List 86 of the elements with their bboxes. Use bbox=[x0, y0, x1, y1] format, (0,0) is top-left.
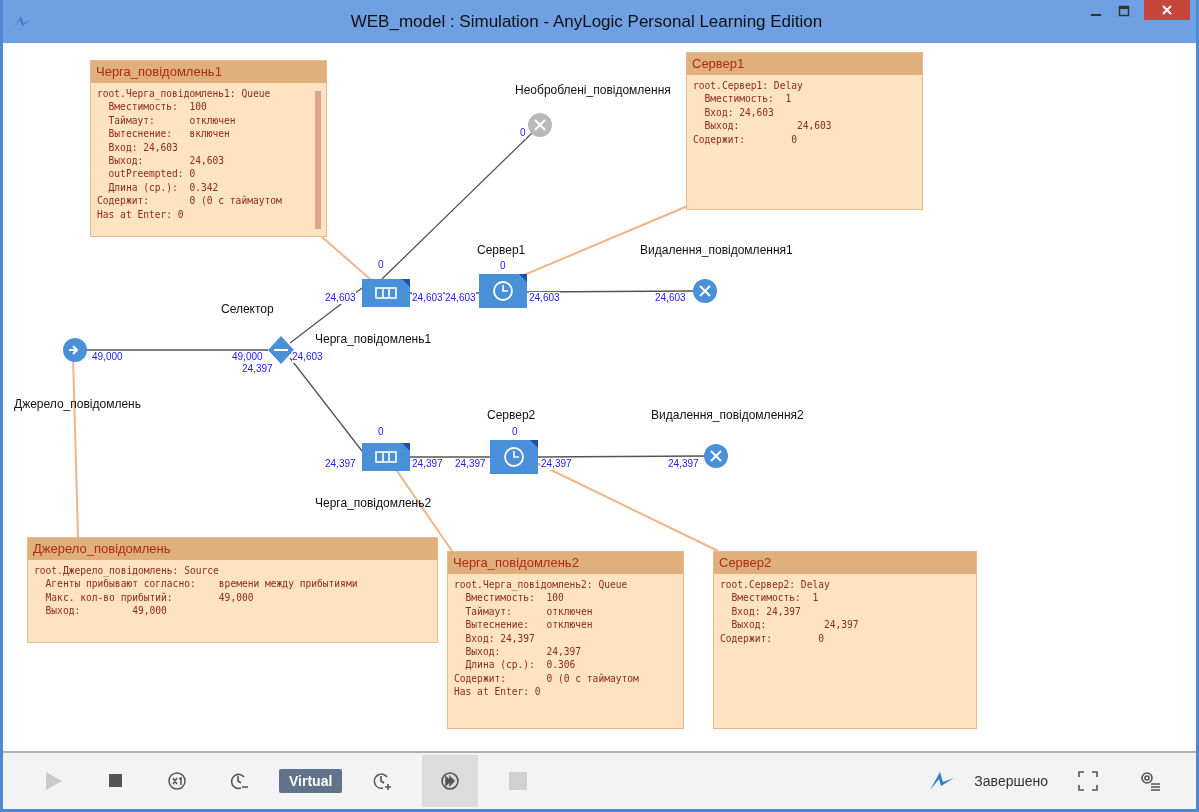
agent-count: 24,603 bbox=[445, 292, 476, 304]
fast-forward-button[interactable] bbox=[422, 755, 479, 807]
inspect-line: Вместимость: 100 bbox=[107, 100, 208, 114]
inspect-line: root.Джерело_повідомлень: Source bbox=[34, 564, 220, 578]
block-label: Черга_повідомлень2 bbox=[315, 496, 432, 510]
inspect-line: root.Черга_повідомлень2: Queue bbox=[454, 578, 629, 592]
inspect-line: root.Сервер2: Delay bbox=[720, 578, 831, 592]
sink-node-icon[interactable] bbox=[704, 444, 728, 468]
selector-node-icon[interactable] bbox=[268, 336, 294, 364]
inspect-line: Выход: 24,603 bbox=[107, 154, 226, 168]
block-label: Сервер1 bbox=[477, 243, 526, 257]
agent-count: 0 bbox=[520, 127, 526, 139]
scrollbar[interactable] bbox=[315, 91, 321, 229]
virtual-mode-button[interactable]: Virtual bbox=[279, 769, 343, 793]
agent-count: 49,000 bbox=[92, 351, 123, 363]
agent-count: 0 bbox=[500, 260, 506, 272]
block-label: Черга_повідомлень1 bbox=[315, 332, 432, 346]
inspect-title: Черга_повідомлень1 bbox=[91, 61, 326, 83]
inspect-title: Сервер1 bbox=[687, 53, 922, 75]
inspect-line: Агенты прибывают согласно: времени между прибытиями bbox=[44, 577, 359, 591]
inspect-line: Выход: 49,000 bbox=[44, 604, 168, 618]
agent-count: 49,000 bbox=[232, 351, 263, 363]
source-node-icon[interactable] bbox=[63, 338, 87, 362]
block-label: Сервер2 bbox=[487, 408, 536, 422]
agent-count: 24,603 bbox=[412, 292, 443, 304]
agent-count: 0 bbox=[378, 426, 384, 438]
inspect-title: Сервер2 bbox=[714, 552, 976, 574]
minimize-icon bbox=[1091, 14, 1101, 16]
fullscreen-icon bbox=[1076, 769, 1100, 793]
agent-count: 0 bbox=[512, 426, 518, 438]
queue-node-icon[interactable] bbox=[362, 443, 410, 471]
inspect-title: Джерело_повідомлень bbox=[28, 538, 437, 560]
delay-node-icon[interactable] bbox=[479, 274, 527, 308]
agent-count: 24,397 bbox=[668, 458, 699, 470]
block-label: Видалення_повідомлення2 bbox=[651, 408, 804, 422]
inspect-line: Макс. кол-во прибытий: 49,000 bbox=[44, 590, 255, 605]
status-text: Завершено bbox=[974, 773, 1048, 789]
inspect-line: Вход: 24,603 bbox=[703, 105, 775, 120]
sink-node-icon[interactable] bbox=[693, 279, 717, 303]
agent-count: 0 bbox=[378, 259, 384, 271]
agent-count: 24,397 bbox=[541, 458, 572, 470]
agent-count: 24,397 bbox=[242, 363, 273, 375]
delay-node-icon[interactable] bbox=[490, 440, 538, 474]
inspect-line: Вместимость: 100 bbox=[464, 591, 565, 605]
inspect-line: Длина (ср.): 0.306 bbox=[464, 658, 577, 672]
inspect-line: Вход: 24,397 bbox=[730, 604, 802, 619]
inspect-line: root.Черга_повідомлень1: Queue bbox=[97, 87, 272, 101]
inspect-line: Длина (ср.): 0.342 bbox=[107, 180, 220, 195]
inspect-line: outPreempted: 0 bbox=[107, 167, 197, 181]
speed-x1-icon bbox=[165, 769, 189, 793]
window-title: WEB_model : Simulation - AnyLogic Personal Learning Edition bbox=[349, 11, 824, 32]
block-label: Джерело_повідомлень bbox=[14, 397, 141, 411]
block-label: Необроблені_повідомлення bbox=[515, 83, 671, 97]
agent-count: 24,603 bbox=[292, 351, 323, 363]
inspect-line: Содержит: 0 bbox=[693, 132, 798, 147]
inspect-line: Таймаут: отключен bbox=[107, 113, 237, 128]
queue-node-icon[interactable] bbox=[362, 279, 410, 307]
close-button[interactable] bbox=[1144, 0, 1190, 20]
inspect-line: Вход: 24,397 bbox=[464, 631, 536, 646]
inspect-line: Вместимость: 1 bbox=[703, 92, 793, 106]
inspect-line: Содержит: 0 bbox=[720, 631, 825, 646]
inspect-line: Таймаут: отключен bbox=[464, 604, 594, 619]
inspect-line: root.Сервер1: Delay bbox=[693, 79, 804, 93]
agent-count: 24,603 bbox=[529, 292, 560, 304]
inspect-line: Вытеснение: отключен bbox=[464, 618, 594, 632]
settings-icon bbox=[1138, 769, 1162, 793]
inspect-line: Вытеснение: включен bbox=[107, 127, 231, 141]
inspect-line: Выход: 24,397 bbox=[464, 645, 583, 659]
agent-count: 24,603 bbox=[655, 292, 686, 304]
agent-count: 24,397 bbox=[412, 458, 443, 470]
agent-count: 24,603 bbox=[325, 292, 356, 304]
inspect-line: Has at Enter: 0 bbox=[454, 685, 542, 699]
agent-count: 24,397 bbox=[455, 458, 486, 470]
agent-count: 24,397 bbox=[325, 458, 356, 470]
inspect-line: Has at Enter: 0 bbox=[97, 207, 185, 222]
block-label: Видалення_повідомлення1 bbox=[640, 243, 793, 257]
inspect-line: Выход: 24,397 bbox=[730, 618, 860, 632]
inspect-line: Вместимость: 1 bbox=[730, 591, 820, 605]
inspect-line: Вход: 24,603 bbox=[107, 140, 179, 155]
close-icon bbox=[1161, 4, 1173, 16]
inspect-title: Черга_повідомлень2 bbox=[448, 552, 683, 574]
maximize-icon bbox=[1118, 5, 1130, 17]
inspect-line: Выход: 24,603 bbox=[703, 119, 833, 133]
inspect-line: Содержит: 0 (0 с таймаутом bbox=[97, 194, 283, 208]
block-label: Селектор bbox=[221, 302, 274, 316]
inspect-line: Содержит: 0 (0 с таймаутом bbox=[454, 671, 640, 686]
